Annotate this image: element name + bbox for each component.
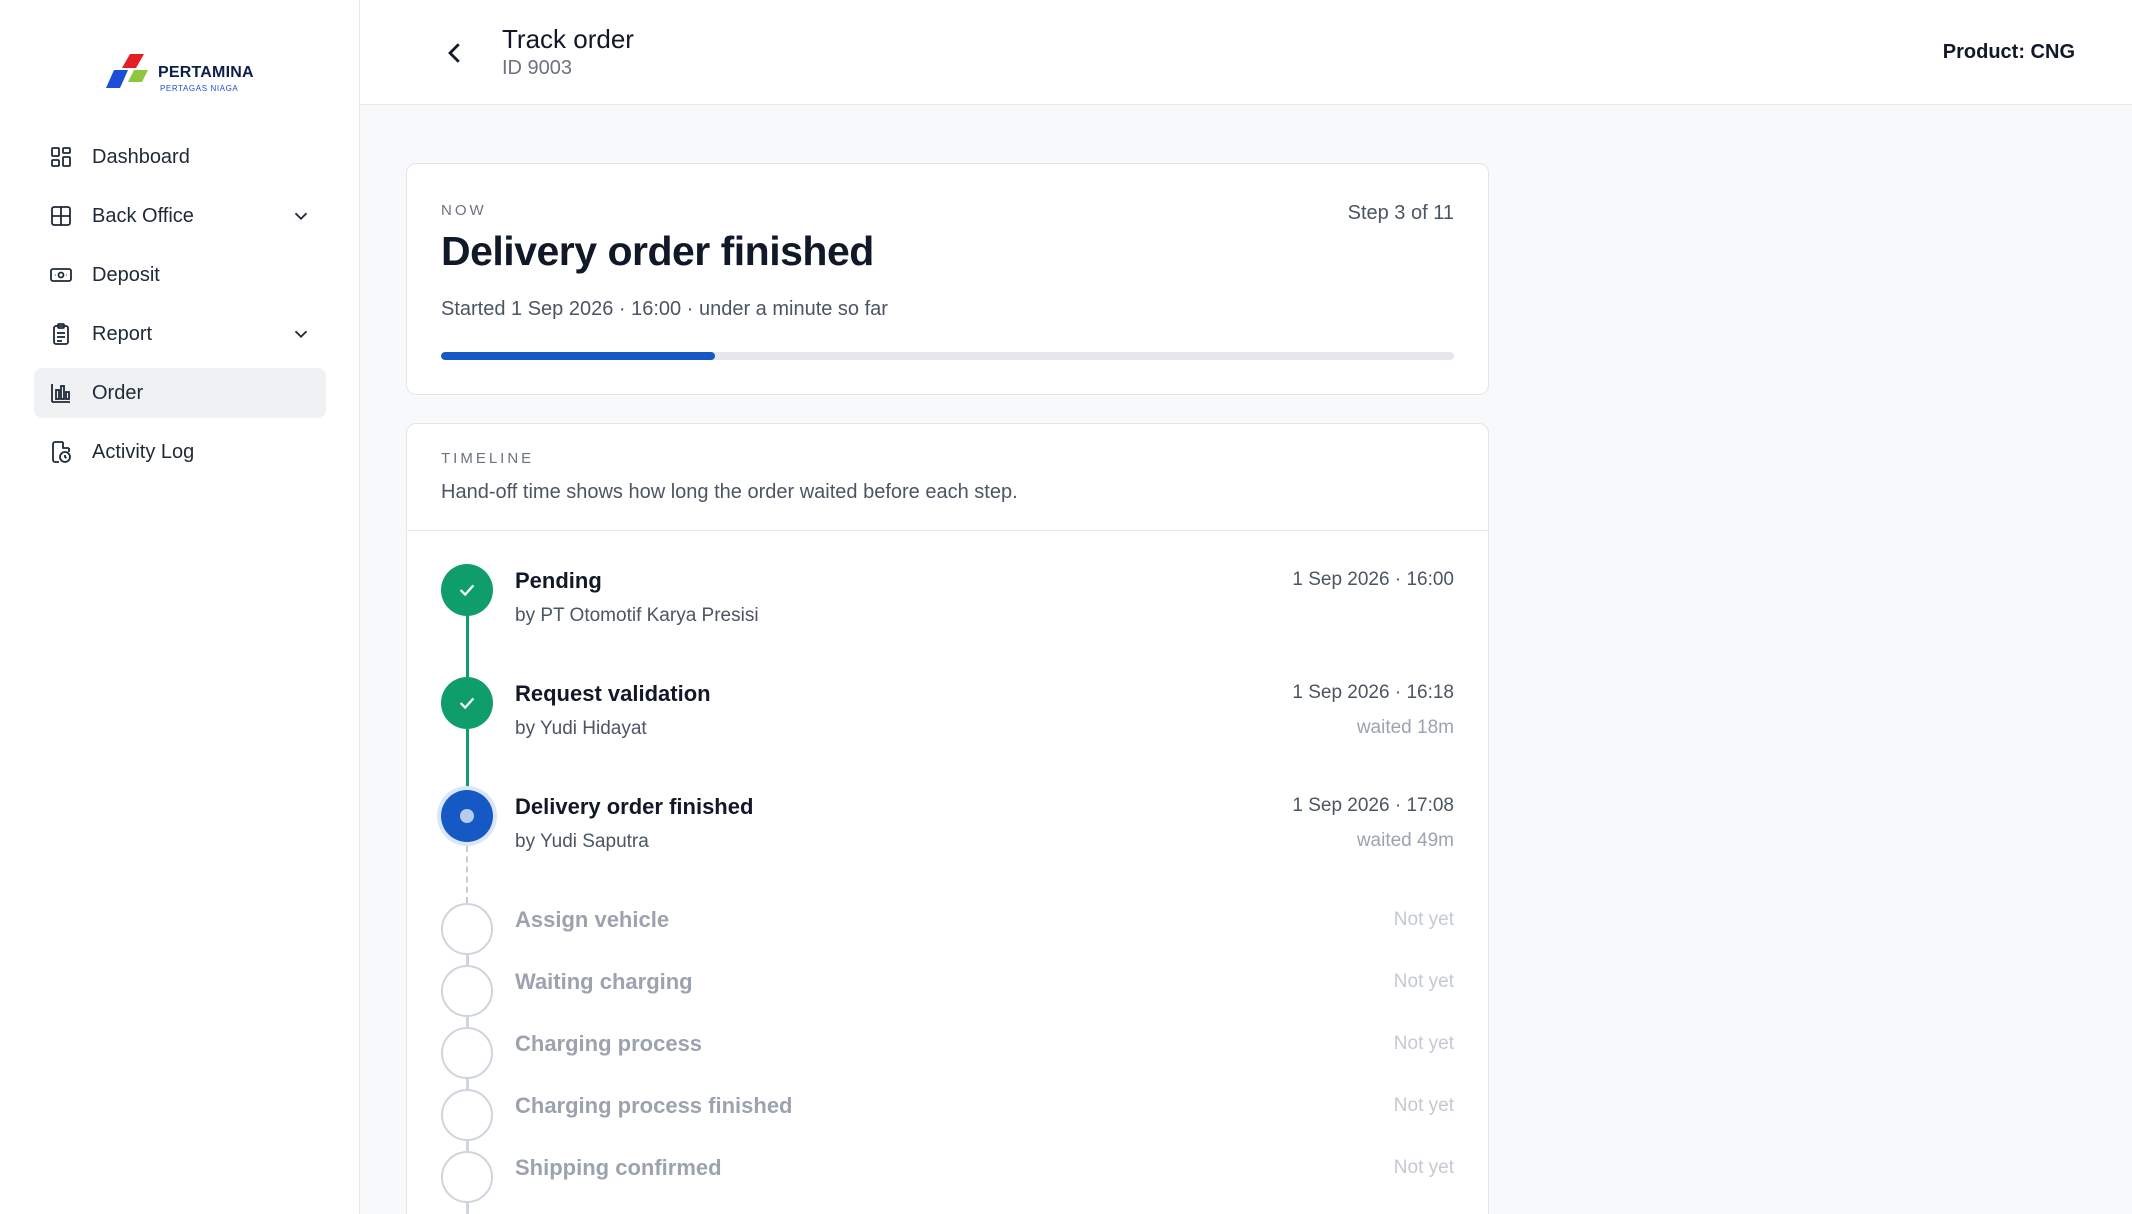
step-title: Shipping confirmed: [515, 1155, 722, 1180]
timeline-connector: [466, 1079, 469, 1089]
step-time: 1 Sep 2026 · 16:18: [1292, 682, 1454, 703]
timeline-step: Assign vehicle Not yet: [407, 903, 1488, 965]
pertamina-logo[interactable]: PERTAMINA PERTAGAS NIAGA: [100, 50, 260, 98]
sidebar-item-label: Report: [92, 322, 153, 345]
dashboard-icon: [48, 144, 74, 170]
timeline-connector: [466, 846, 468, 903]
timeline-step: Shipping confirmed Not yet: [407, 1151, 1488, 1214]
step-title: Assign vehicle: [515, 907, 670, 932]
started-info: Started 1 Sep 2026 · 16:00 · under a min…: [441, 298, 888, 320]
timeline-step: Pending by PT Otomotif Karya Presisi 1 S…: [407, 564, 1488, 677]
logo-name: PERTAMINA: [158, 64, 254, 81]
pending-step-circle: [441, 1151, 493, 1203]
step-time: Not yet: [1393, 909, 1454, 930]
step-time: 1 Sep 2026 · 16:00: [1292, 569, 1454, 590]
step-time: Not yet: [1393, 1095, 1454, 1116]
step-title: Pending: [515, 568, 602, 593]
timeline-description: Hand-off time shows how long the order w…: [441, 481, 1018, 503]
timeline-connector: [466, 1141, 469, 1151]
sidebar-item-label: Back Office: [92, 204, 194, 227]
pending-step-circle: [441, 1089, 493, 1141]
sidebar-item-label: Dashboard: [92, 145, 190, 168]
sidebar-item-dashboard[interactable]: Dashboard: [34, 132, 326, 182]
step-time: 1 Sep 2026 · 17:08: [1292, 795, 1454, 816]
back-office-icon: [48, 203, 74, 229]
pending-step-circle: [441, 1027, 493, 1079]
timeline-steps: Pending by PT Otomotif Karya Presisi 1 S…: [407, 564, 1488, 1214]
activity-log-icon: [48, 439, 74, 465]
report-icon: [48, 321, 74, 347]
step-title: Request validation: [515, 681, 711, 706]
chevron-down-icon[interactable]: [290, 205, 312, 232]
sidebar-item-label: Order: [92, 381, 144, 404]
timeline-eyebrow: TIMELINE: [441, 450, 535, 467]
sidebar-nav: Dashboard Back Office Deposit Report Ord…: [34, 132, 326, 486]
current-step-title: Delivery order finished: [441, 228, 874, 274]
timeline-connector: [466, 955, 469, 965]
pending-step-circle: [441, 903, 493, 955]
check-icon: [441, 564, 493, 616]
step-wait-time: waited 18m: [1356, 717, 1454, 738]
timeline-connector: [466, 1017, 469, 1027]
order-id: ID 9003: [502, 57, 573, 79]
progress-bar-fill: [441, 352, 715, 360]
current-step-card: NOW Delivery order finished Step 3 of 11…: [406, 163, 1489, 395]
step-counter: Step 3 of 11: [1347, 202, 1454, 224]
divider: [407, 530, 1488, 531]
timeline-step: Request validation by Yudi Hidayat 1 Sep…: [407, 677, 1488, 790]
progress-bar: [441, 352, 1454, 360]
deposit-icon: [48, 262, 74, 288]
step-time: Not yet: [1393, 1157, 1454, 1178]
current-step-indicator: [441, 790, 493, 842]
timeline-step: Delivery order finished by Yudi Saputra …: [407, 790, 1488, 903]
now-eyebrow: NOW: [441, 202, 487, 219]
timeline-step: Waiting charging Not yet: [407, 965, 1488, 1027]
step-title: Charging process: [515, 1031, 703, 1056]
logo-subname: PERTAGAS NIAGA: [160, 84, 239, 93]
step-title: Delivery order finished: [515, 794, 754, 819]
step-time: Not yet: [1393, 971, 1454, 992]
timeline-connector: [466, 1203, 469, 1214]
sidebar-item-back-office[interactable]: Back Office: [34, 191, 326, 241]
step-wait-time: waited 49m: [1356, 830, 1454, 851]
step-time: Not yet: [1393, 1033, 1454, 1054]
page-title: Track order: [502, 24, 634, 54]
sidebar-item-order[interactable]: Order: [34, 368, 326, 418]
pending-step-circle: [441, 965, 493, 1017]
sidebar-item-label: Activity Log: [92, 440, 195, 463]
check-icon: [441, 677, 493, 729]
product-label: Product: CNG: [1942, 41, 2075, 63]
chevron-down-icon[interactable]: [290, 323, 312, 350]
timeline-connector: [466, 729, 469, 790]
timeline-card: TIMELINE Hand-off time shows how long th…: [406, 423, 1489, 1214]
sidebar-item-report[interactable]: Report: [34, 309, 326, 359]
timeline-connector: [466, 616, 469, 677]
sidebar: PERTAMINA PERTAGAS NIAGA Dashboard Back …: [0, 0, 360, 1214]
timeline-step: Charging process finished Not yet: [407, 1089, 1488, 1151]
step-title: Waiting charging: [515, 969, 693, 994]
sidebar-item-deposit[interactable]: Deposit: [34, 250, 326, 300]
order-icon: [48, 380, 74, 406]
sidebar-item-activity-log[interactable]: Activity Log: [34, 427, 326, 477]
step-actor: by Yudi Hidayat: [515, 718, 647, 739]
sidebar-item-label: Deposit: [92, 263, 160, 286]
step-actor: by Yudi Saputra: [515, 831, 649, 852]
back-arrow-icon[interactable]: [440, 38, 470, 68]
pertamina-logo-mark: [106, 54, 148, 88]
timeline-step: Charging process Not yet: [407, 1027, 1488, 1089]
page-header: Track order ID 9003 Product: CNG: [360, 0, 2132, 105]
step-actor: by PT Otomotif Karya Presisi: [515, 605, 759, 626]
step-title: Charging process finished: [515, 1093, 793, 1118]
